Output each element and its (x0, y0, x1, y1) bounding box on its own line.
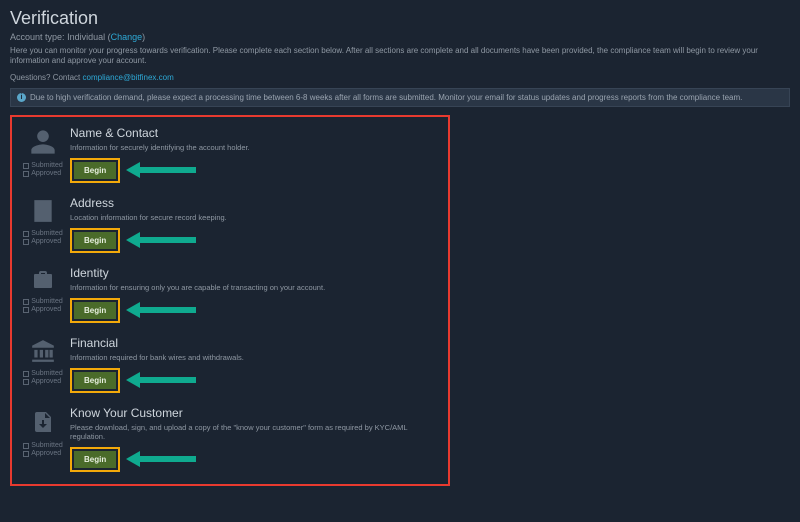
submitted-checkbox (23, 231, 29, 237)
account-type-value: Individual (67, 32, 105, 42)
submitted-label: Submitted (31, 442, 63, 450)
contact-line: Questions? Contact compliance@bitfinex.c… (10, 73, 790, 82)
approved-checkbox (23, 171, 29, 177)
section-title: Name & Contact (70, 126, 444, 140)
file-pdf-icon (31, 408, 55, 438)
submitted-checkbox (23, 371, 29, 377)
section-desc: Information for ensuring only you are ca… (70, 283, 444, 292)
contact-email-link[interactable]: compliance@bitfinex.com (83, 73, 174, 82)
begin-button-financial[interactable]: Begin (74, 372, 116, 389)
arrow-annotation (126, 164, 196, 176)
submitted-label: Submitted (31, 230, 63, 238)
section-address: Submitted Approved Address Location info… (16, 191, 444, 261)
section-desc: Please download, sign, and upload a copy… (70, 423, 444, 441)
approved-label: Approved (31, 306, 61, 314)
change-account-type-link[interactable]: Change (111, 32, 143, 42)
submitted-label: Submitted (31, 162, 63, 170)
intro-text: Here you can monitor your progress towar… (10, 46, 790, 67)
notice-banner: i Due to high verification demand, pleas… (10, 88, 790, 107)
briefcase-icon (29, 268, 57, 294)
submitted-checkbox (23, 299, 29, 305)
approved-label: Approved (31, 378, 61, 386)
begin-button-highlight: Begin (70, 447, 120, 472)
approved-label: Approved (31, 170, 61, 178)
info-icon: i (17, 93, 26, 102)
verification-sections-highlight: Submitted Approved Name & Contact Inform… (10, 115, 450, 486)
submitted-checkbox (23, 443, 29, 449)
begin-button-identity[interactable]: Begin (74, 302, 116, 319)
section-financial: Submitted Approved Financial Information… (16, 331, 444, 401)
section-title: Address (70, 196, 444, 210)
submitted-checkbox (23, 163, 29, 169)
status-checks: Submitted Approved (23, 370, 63, 387)
begin-button-highlight: Begin (70, 158, 120, 183)
begin-button-highlight: Begin (70, 228, 120, 253)
user-icon (29, 128, 57, 158)
section-name-contact: Submitted Approved Name & Contact Inform… (16, 121, 444, 191)
section-kyc: Submitted Approved Know Your Customer Pl… (16, 401, 444, 480)
notice-text: Due to high verification demand, please … (30, 93, 742, 102)
section-desc: Information for securely identifying the… (70, 143, 444, 152)
account-type-label: Account type: (10, 32, 65, 42)
begin-button-name-contact[interactable]: Begin (74, 162, 116, 179)
approved-label: Approved (31, 238, 61, 246)
arrow-annotation (126, 374, 196, 386)
section-title: Financial (70, 336, 444, 350)
begin-button-highlight: Begin (70, 298, 120, 323)
submitted-label: Submitted (31, 370, 63, 378)
begin-button-address[interactable]: Begin (74, 232, 116, 249)
bank-icon (29, 338, 57, 366)
begin-button-highlight: Begin (70, 368, 120, 393)
status-checks: Submitted Approved (23, 442, 63, 459)
approved-checkbox (23, 451, 29, 457)
approved-checkbox (23, 307, 29, 313)
status-checks: Submitted Approved (23, 162, 63, 179)
submitted-label: Submitted (31, 298, 63, 306)
section-identity: Submitted Approved Identity Information … (16, 261, 444, 331)
arrow-annotation (126, 453, 196, 465)
questions-label: Questions? Contact (10, 73, 80, 82)
section-title: Identity (70, 266, 444, 280)
approved-checkbox (23, 239, 29, 245)
page-title: Verification (10, 8, 790, 29)
approved-checkbox (23, 379, 29, 385)
section-title: Know Your Customer (70, 406, 444, 420)
account-type-line: Account type: Individual (Change) (10, 32, 790, 42)
section-desc: Location information for secure record k… (70, 213, 444, 222)
approved-label: Approved (31, 450, 61, 458)
building-icon (30, 198, 56, 226)
arrow-annotation (126, 234, 196, 246)
section-desc: Information required for bank wires and … (70, 353, 444, 362)
begin-button-kyc[interactable]: Begin (74, 451, 116, 468)
status-checks: Submitted Approved (23, 230, 63, 247)
status-checks: Submitted Approved (23, 298, 63, 315)
arrow-annotation (126, 304, 196, 316)
